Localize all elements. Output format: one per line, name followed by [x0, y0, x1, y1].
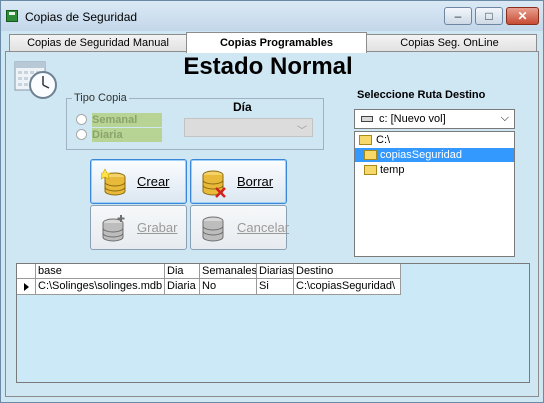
grid-corner: [17, 264, 36, 279]
cell-diarias[interactable]: Si: [257, 279, 294, 295]
column-header-base[interactable]: base: [36, 264, 165, 279]
crear-button[interactable]: Crear: [90, 159, 187, 204]
column-header-diarias[interactable]: Diarias: [257, 264, 294, 279]
radio-button[interactable]: [76, 114, 87, 125]
tree-item-label: temp: [380, 164, 405, 176]
borrar-label: Borrar: [237, 174, 274, 189]
window-title: Copias de Seguridad: [25, 10, 138, 24]
column-header-dia[interactable]: Dia: [165, 264, 200, 279]
ruta-destino-label: Seleccione Ruta Destino: [357, 89, 486, 101]
cell-destino[interactable]: C:\copiasSeguridad\: [294, 279, 401, 295]
cancelar-label: Cancelar: [237, 220, 290, 235]
chevron-down-icon: ﹀: [297, 126, 307, 137]
close-button[interactable]: ✕: [506, 7, 539, 25]
open-folder-icon: [359, 135, 372, 145]
backup-schedule-grid[interactable]: base Dia Semanales Diarias Destino C:\So…: [16, 263, 530, 383]
drive-select[interactable]: c: [Nuevo vol] ⌵: [354, 109, 515, 129]
cell-semanales[interactable]: No: [200, 279, 257, 295]
tipo-copia-label: Tipo Copia: [72, 92, 129, 104]
open-folder-icon: [364, 150, 377, 160]
chevron-down-icon: ⌵: [500, 112, 509, 124]
cancelar-button[interactable]: Cancelar: [190, 205, 290, 250]
database-cancel-icon: [202, 216, 224, 242]
cell-base[interactable]: C:\Solinges\solinges.mdb: [36, 279, 165, 295]
title-bar[interactable]: Copias de Seguridad – □ ✕: [1, 1, 543, 31]
borrar-button[interactable]: Borrar: [190, 159, 287, 204]
column-header-semanales[interactable]: Semanales: [200, 264, 257, 279]
radio-semanal-label: Semanal: [92, 113, 162, 127]
tree-item-root[interactable]: C:\: [355, 133, 514, 147]
tree-item-copiasseguridad[interactable]: copiasSeguridad: [355, 148, 514, 162]
status-heading: Estado Normal: [183, 53, 353, 80]
dia-select[interactable]: ﹀: [184, 118, 313, 137]
radio-button[interactable]: [76, 129, 87, 140]
current-row-arrow-icon: [17, 279, 36, 295]
drive-value: c: [Nuevo vol]: [379, 113, 446, 125]
maximize-button[interactable]: □: [475, 7, 503, 25]
tree-item-label: C:\: [376, 134, 391, 146]
tab-bar: Copias de Seguridad Manual Copias Progra…: [5, 32, 539, 53]
database-delete-icon: [202, 170, 226, 198]
main-window: Copias de Seguridad – □ ✕ Copias de Segu…: [0, 0, 544, 403]
tab-copias-programables[interactable]: Copias Programables: [186, 32, 367, 53]
grabar-button[interactable]: Grabar: [90, 205, 187, 250]
folder-icon: [364, 165, 377, 175]
folder-tree[interactable]: C:\ copiasSeguridad temp: [354, 131, 515, 257]
tree-item-label: copiasSeguridad: [380, 149, 462, 161]
dia-label: Día: [233, 100, 252, 114]
tree-item-temp[interactable]: temp: [355, 163, 514, 177]
column-header-destino[interactable]: Destino: [294, 264, 401, 279]
radio-diaria-label: Diaria: [92, 128, 162, 142]
hard-drive-icon: [361, 116, 373, 122]
tab-copias-online[interactable]: Copias Seg. OnLine: [362, 34, 537, 52]
database-save-icon: [102, 215, 125, 242]
tab-copias-manual[interactable]: Copias de Seguridad Manual: [9, 34, 187, 52]
minimize-button[interactable]: –: [444, 7, 472, 25]
grabar-label: Grabar: [137, 220, 178, 235]
cell-dia[interactable]: Diaria: [165, 279, 200, 295]
crear-label: Crear: [137, 174, 170, 189]
floppy-disk-icon: [6, 10, 18, 22]
database-add-icon: [101, 168, 126, 196]
